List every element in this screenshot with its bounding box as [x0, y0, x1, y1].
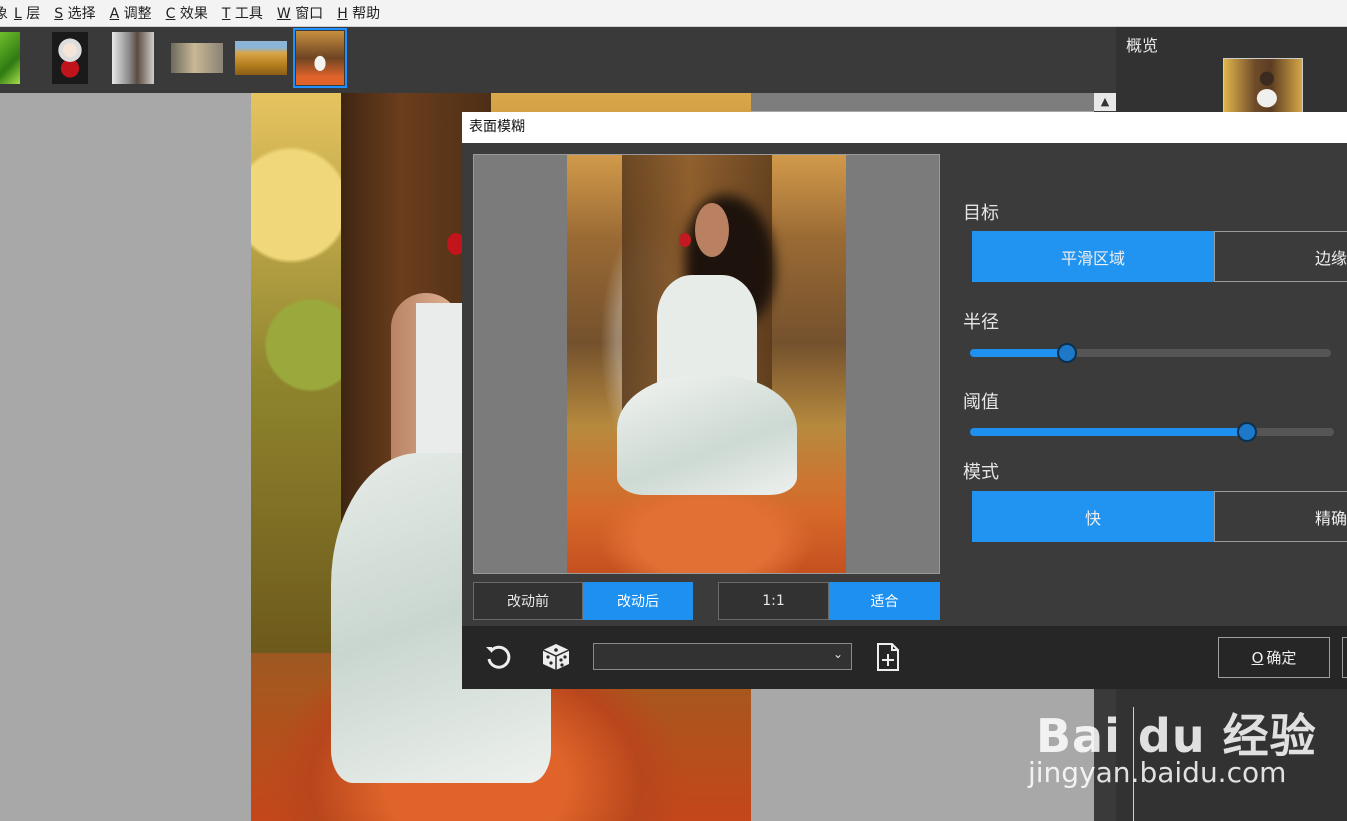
menu-label: 帮助	[352, 6, 381, 22]
menu-item-layer[interactable]: L 层	[14, 3, 40, 23]
overview-thumbnail[interactable]	[1223, 58, 1303, 116]
menu-accel: S	[54, 6, 64, 22]
random-dice-icon[interactable]	[539, 640, 573, 674]
reset-icon[interactable]	[481, 640, 515, 674]
menu-label: 效果	[179, 6, 208, 22]
menu-label: 窗口	[295, 6, 324, 22]
image-thumbnail-strip	[0, 27, 1116, 93]
target-label: 目标	[963, 203, 999, 224]
menu-accel: C	[165, 6, 176, 22]
preview-dress	[617, 375, 797, 495]
threshold-slider[interactable]	[970, 422, 1334, 442]
radius-slider-handle[interactable]	[1057, 343, 1077, 363]
image-thumbnail[interactable]	[235, 41, 287, 75]
mode-segmented: 快 精确	[972, 491, 1347, 542]
before-button[interactable]: 改动前	[473, 582, 583, 620]
menu-item-select[interactable]: S 选择	[54, 3, 95, 23]
mode-fast-button[interactable]: 快	[972, 491, 1214, 542]
menu-label: 选择	[67, 6, 96, 22]
preview-flower	[679, 233, 691, 247]
menu-accel: W	[276, 6, 291, 22]
image-thumbnail[interactable]	[0, 32, 20, 84]
menu-item-tools[interactable]: T 工具	[222, 3, 263, 23]
mode-precise-button[interactable]: 精确	[1214, 491, 1347, 542]
zoom-fit-button[interactable]: 适合	[829, 582, 940, 620]
menu-accel: A	[109, 6, 120, 22]
menu-accel: T	[221, 6, 231, 22]
canvas-scrollbar-track[interactable]	[751, 93, 1094, 111]
menu-bar: 象 L 层 S 选择 A 调整 C 效果 T 工具 W 窗口 H 帮助	[0, 0, 1347, 27]
ok-accel: O	[1251, 648, 1264, 667]
scroll-up-arrow-icon[interactable]: ▲	[1094, 93, 1116, 111]
threshold-slider-fill	[970, 428, 1247, 436]
zoom-toggle: 1:1 适合	[718, 582, 940, 620]
image-thumbnail[interactable]	[52, 32, 88, 84]
target-smooth-areas-button[interactable]: 平滑区域	[972, 231, 1214, 282]
menu-item-window[interactable]: W 窗口	[277, 3, 323, 23]
mode-label: 模式	[963, 462, 999, 483]
zoom-actual-size-button[interactable]: 1:1	[718, 582, 829, 620]
image-thumbnail-selected[interactable]	[293, 28, 347, 88]
cancel-button[interactable]	[1342, 637, 1347, 678]
target-segmented: 平滑区域 边缘	[972, 231, 1347, 282]
menu-item-help[interactable]: H 帮助	[337, 3, 380, 23]
radius-label: 半径	[963, 312, 999, 333]
ok-button[interactable]: O 确定	[1218, 637, 1330, 678]
radius-slider[interactable]	[970, 343, 1331, 363]
after-button[interactable]: 改动后	[583, 582, 693, 620]
baidu-watermark: Bai du 经验 jingyan.baidu.com	[1020, 680, 1320, 800]
before-after-toggle: 改动前 改动后	[473, 582, 693, 620]
menu-accel: L	[14, 6, 22, 22]
menu-item-adjust[interactable]: A 调整	[110, 3, 152, 23]
watermark-url: jingyan.baidu.com	[1028, 756, 1287, 789]
add-preset-icon[interactable]	[871, 640, 905, 674]
threshold-slider-handle[interactable]	[1237, 422, 1257, 442]
chevron-down-icon: ⌄	[832, 647, 843, 661]
preview-area[interactable]	[473, 154, 940, 574]
image-thumbnail[interactable]	[112, 32, 154, 84]
menu-label: 工具	[234, 6, 263, 22]
image-thumbnail[interactable]	[171, 43, 223, 73]
menu-accel: H	[337, 6, 348, 22]
surface-blur-dialog: 表面模糊 改动前 改动后 1:1 适合 目标 平滑区域 边缘 半径 阈值 模式 …	[462, 112, 1347, 689]
menu-item-effects[interactable]: C 效果	[166, 3, 208, 23]
overview-panel-title: 概览	[1126, 36, 1159, 55]
preview-image	[567, 155, 846, 573]
menu-label: 层	[26, 6, 41, 22]
preset-dropdown[interactable]: ⌄	[593, 643, 852, 670]
preview-face	[695, 203, 729, 257]
threshold-label: 阈值	[963, 392, 999, 413]
menu-label: 调整	[123, 6, 152, 22]
dialog-title: 表面模糊	[462, 112, 1347, 143]
radius-slider-fill	[970, 349, 1067, 357]
ok-label: 确定	[1266, 649, 1297, 667]
target-edges-button[interactable]: 边缘	[1214, 231, 1347, 282]
menu-item-object-partial[interactable]: 象	[0, 3, 8, 23]
